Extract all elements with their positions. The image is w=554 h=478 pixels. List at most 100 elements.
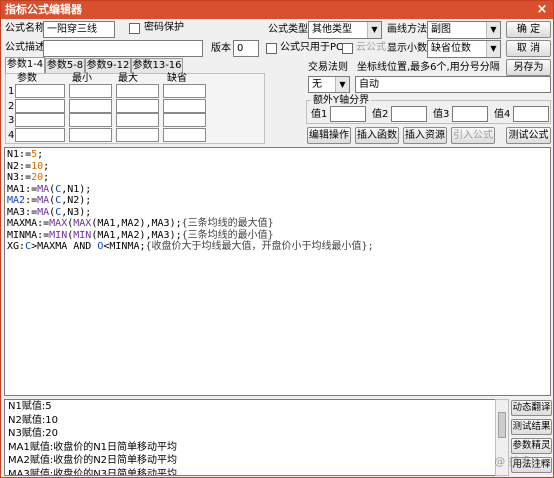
output-line: N2赋值:10 bbox=[8, 414, 58, 426]
value4-input[interactable] bbox=[513, 106, 549, 122]
coord-input[interactable]: 自动 bbox=[355, 76, 551, 93]
version-input[interactable]: 0 bbox=[233, 40, 259, 57]
value2-input[interactable] bbox=[391, 106, 427, 122]
param-name-cell[interactable] bbox=[15, 84, 65, 98]
code-token: MIN bbox=[49, 229, 68, 241]
close-icon[interactable]: × bbox=[531, 1, 553, 19]
param-min-cell[interactable] bbox=[69, 99, 112, 113]
param-wizard-button[interactable]: 参数精灵 bbox=[511, 438, 552, 454]
insert-function-button[interactable]: 插入函数 bbox=[355, 127, 399, 144]
value1-input[interactable] bbox=[330, 106, 366, 122]
code-token: {收盘价大于均线最大值，开盘价小于均线最小值}; bbox=[145, 241, 374, 252]
code-token: := bbox=[25, 206, 38, 218]
ok-button[interactable]: 确 定 bbox=[506, 21, 551, 38]
value3-input[interactable] bbox=[452, 106, 488, 122]
value1-label: 值1 bbox=[311, 109, 328, 120]
decimals-select[interactable]: 缺省位数 ▼ bbox=[427, 40, 501, 58]
code-token: ,N3); bbox=[61, 206, 92, 218]
save-as-button[interactable]: 另存为 bbox=[506, 59, 551, 76]
chevron-down-icon: ▼ bbox=[335, 77, 349, 92]
trade-rule-select[interactable]: 无 ▼ bbox=[308, 76, 350, 93]
param-row-num: 2 bbox=[8, 101, 15, 112]
param-min-cell[interactable] bbox=[69, 128, 112, 142]
param-name-cell[interactable] bbox=[15, 113, 65, 127]
code-token: XG bbox=[7, 241, 20, 252]
param-min-cell[interactable] bbox=[69, 113, 112, 127]
param-name-cell[interactable] bbox=[15, 99, 65, 113]
tab-params-5-8[interactable]: 参数5-8 bbox=[45, 58, 85, 73]
draw-method-value: 副图 bbox=[431, 24, 451, 35]
code-token: {三条均线的最大值} bbox=[181, 218, 274, 229]
draw-method-select[interactable]: 副图 ▼ bbox=[427, 21, 501, 39]
code-token: MA bbox=[37, 195, 50, 206]
code-token: MAXMA bbox=[7, 218, 38, 229]
import-formula-button[interactable]: 引入公式 bbox=[451, 127, 495, 144]
name-label: 公式名称 bbox=[5, 23, 45, 34]
code-token: (MA1,MA2),MA3); bbox=[91, 218, 182, 229]
output-line: N1赋值:5 bbox=[8, 401, 52, 412]
code-line: N3:=20; bbox=[7, 172, 548, 184]
edit-ops-button[interactable]: 编辑操作 bbox=[307, 127, 351, 144]
code-token: >MAXMA AND bbox=[31, 241, 98, 252]
insert-resource-button[interactable]: 插入资源 bbox=[403, 127, 447, 144]
decimals-label: 显示小数 bbox=[387, 43, 427, 54]
param-default-cell[interactable] bbox=[163, 128, 206, 142]
param-max-cell[interactable] bbox=[116, 128, 159, 142]
code-token: MAX bbox=[49, 218, 68, 229]
param-default-cell[interactable] bbox=[163, 99, 206, 113]
code-line: MA2:=MA(C,N2); bbox=[7, 195, 548, 207]
code-token: := bbox=[19, 172, 32, 183]
code-token: {三条均线的最小值} bbox=[181, 229, 274, 241]
pc-only-checkbox[interactable] bbox=[266, 43, 277, 54]
code-token: ; bbox=[37, 149, 44, 160]
output-line: N3赋值:20 bbox=[8, 428, 58, 439]
cloud-checkbox[interactable] bbox=[342, 43, 353, 54]
code-line: MINMA:=MIN(MIN(MA1,MA2),MA3);{三条均线的最小值} bbox=[7, 230, 548, 242]
param-min-cell[interactable] bbox=[69, 84, 112, 98]
code-token: MIN bbox=[73, 229, 92, 241]
tab-params-9-12[interactable]: 参数9-12 bbox=[85, 58, 131, 73]
param-default-cell[interactable] bbox=[163, 84, 206, 98]
password-checkbox[interactable] bbox=[129, 23, 140, 34]
code-token: MA2 bbox=[7, 195, 26, 206]
chevron-down-icon: ▼ bbox=[486, 22, 500, 38]
value2-label: 值2 bbox=[372, 109, 389, 120]
param-max-cell[interactable] bbox=[116, 84, 159, 98]
chevron-down-icon: ▼ bbox=[367, 22, 381, 38]
formula-editor-window: 指标公式编辑器 × 公式名称 一阳穿三线 密码保护 公式类型 其他类型 ▼ 画线… bbox=[0, 0, 554, 478]
pc-only-label: 公式只用于PC bbox=[280, 42, 344, 53]
code-token: MINMA bbox=[7, 229, 38, 241]
formula-name-input[interactable]: 一阳穿三线 bbox=[43, 21, 115, 38]
title-bar: 指标公式编辑器 × bbox=[1, 1, 553, 19]
output-line: MA2赋值:收盘价的N2日简单移动平均 bbox=[8, 455, 178, 466]
formula-type-select[interactable]: 其他类型 ▼ bbox=[308, 21, 382, 39]
tab-params-13-16[interactable]: 参数13-16 bbox=[131, 58, 183, 73]
trade-rule-label: 交易法则 bbox=[308, 62, 348, 73]
code-token: := bbox=[37, 218, 50, 229]
output-line: MA3赋值:收盘价的N3日简单移动平均 bbox=[8, 468, 178, 476]
param-max-cell[interactable] bbox=[116, 99, 159, 113]
chevron-down-icon: ▼ bbox=[486, 41, 500, 57]
param-default-cell[interactable] bbox=[163, 113, 206, 127]
window-title: 指标公式编辑器 bbox=[5, 3, 82, 16]
code-token: 20 bbox=[31, 172, 44, 183]
param-name-cell[interactable] bbox=[15, 128, 65, 142]
code-token: ,N2); bbox=[61, 195, 92, 206]
code-line: MA1:=MA(C,N1); bbox=[7, 184, 548, 196]
test-formula-button[interactable]: 测试公式 bbox=[506, 127, 551, 144]
tab-params-1-4[interactable]: 参数1-4 bbox=[5, 57, 45, 73]
formula-desc-input[interactable] bbox=[43, 40, 203, 57]
dynamic-translate-button[interactable]: 动态翻译 bbox=[511, 400, 552, 416]
trade-rule-value: 无 bbox=[312, 79, 322, 90]
cloud-label: 云公式 bbox=[356, 42, 386, 53]
param-max-cell[interactable] bbox=[116, 113, 159, 127]
scrollbar-thumb[interactable] bbox=[498, 412, 506, 438]
code-token: N1 bbox=[7, 149, 20, 160]
code-editor[interactable]: N1:=5; N2:=10; N3:=20; MA1:=MA(C,N1); MA2:=M… bbox=[4, 147, 551, 396]
code-token: N2 bbox=[7, 160, 20, 172]
test-results-button[interactable]: 测试结果 bbox=[511, 419, 552, 435]
code-token: MA bbox=[37, 183, 50, 195]
value4-label: 值4 bbox=[494, 109, 511, 120]
cancel-button[interactable]: 取 消 bbox=[506, 40, 551, 57]
code-token: N3 bbox=[7, 172, 20, 183]
